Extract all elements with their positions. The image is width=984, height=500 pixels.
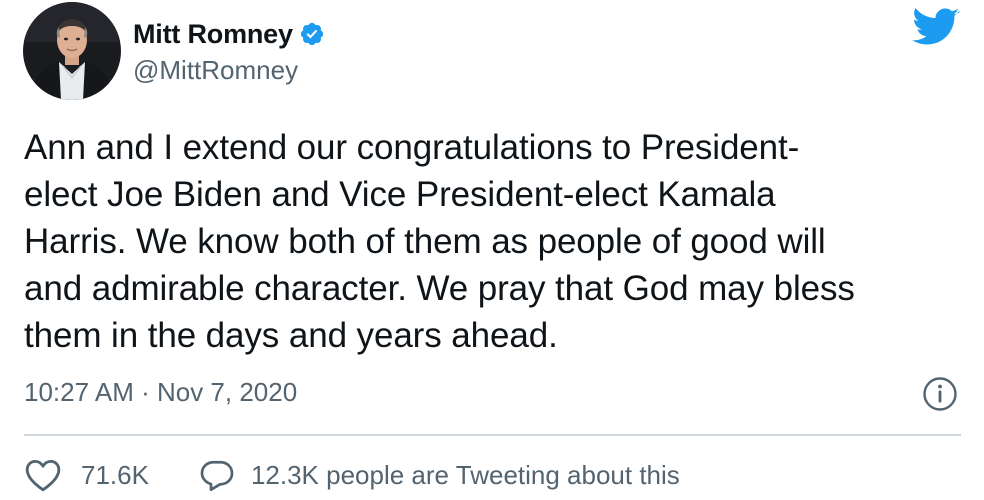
- verified-badge-icon: [299, 21, 325, 47]
- like-count: 71.6K: [81, 459, 149, 490]
- tweet-timestamp[interactable]: 10:27 AM · Nov 7, 2020: [24, 377, 297, 408]
- conversation-link[interactable]: 12.3K people are Tweeting about this: [199, 458, 680, 492]
- twitter-bird-icon[interactable]: [912, 8, 960, 48]
- author-name-row[interactable]: Mitt Romney: [133, 16, 325, 52]
- speech-bubble-icon: [200, 460, 234, 492]
- heart-icon: [25, 459, 61, 492]
- tweet-card: Mitt Romney @MittRomney Ann and I extend…: [0, 0, 984, 500]
- author-handle[interactable]: @MittRomney: [133, 55, 298, 86]
- engagement-bar: 71.6K 12.3K people are Tweeting about th…: [24, 455, 680, 495]
- tweet-text: Ann and I extend our congratulations to …: [24, 128, 855, 355]
- like-button[interactable]: 71.6K: [24, 457, 149, 493]
- info-icon[interactable]: [922, 376, 958, 412]
- display-name[interactable]: Mitt Romney: [133, 19, 293, 50]
- divider: [24, 434, 961, 436]
- avatar[interactable]: [23, 2, 121, 100]
- conversation-text: 12.3K people are Tweeting about this: [250, 459, 680, 490]
